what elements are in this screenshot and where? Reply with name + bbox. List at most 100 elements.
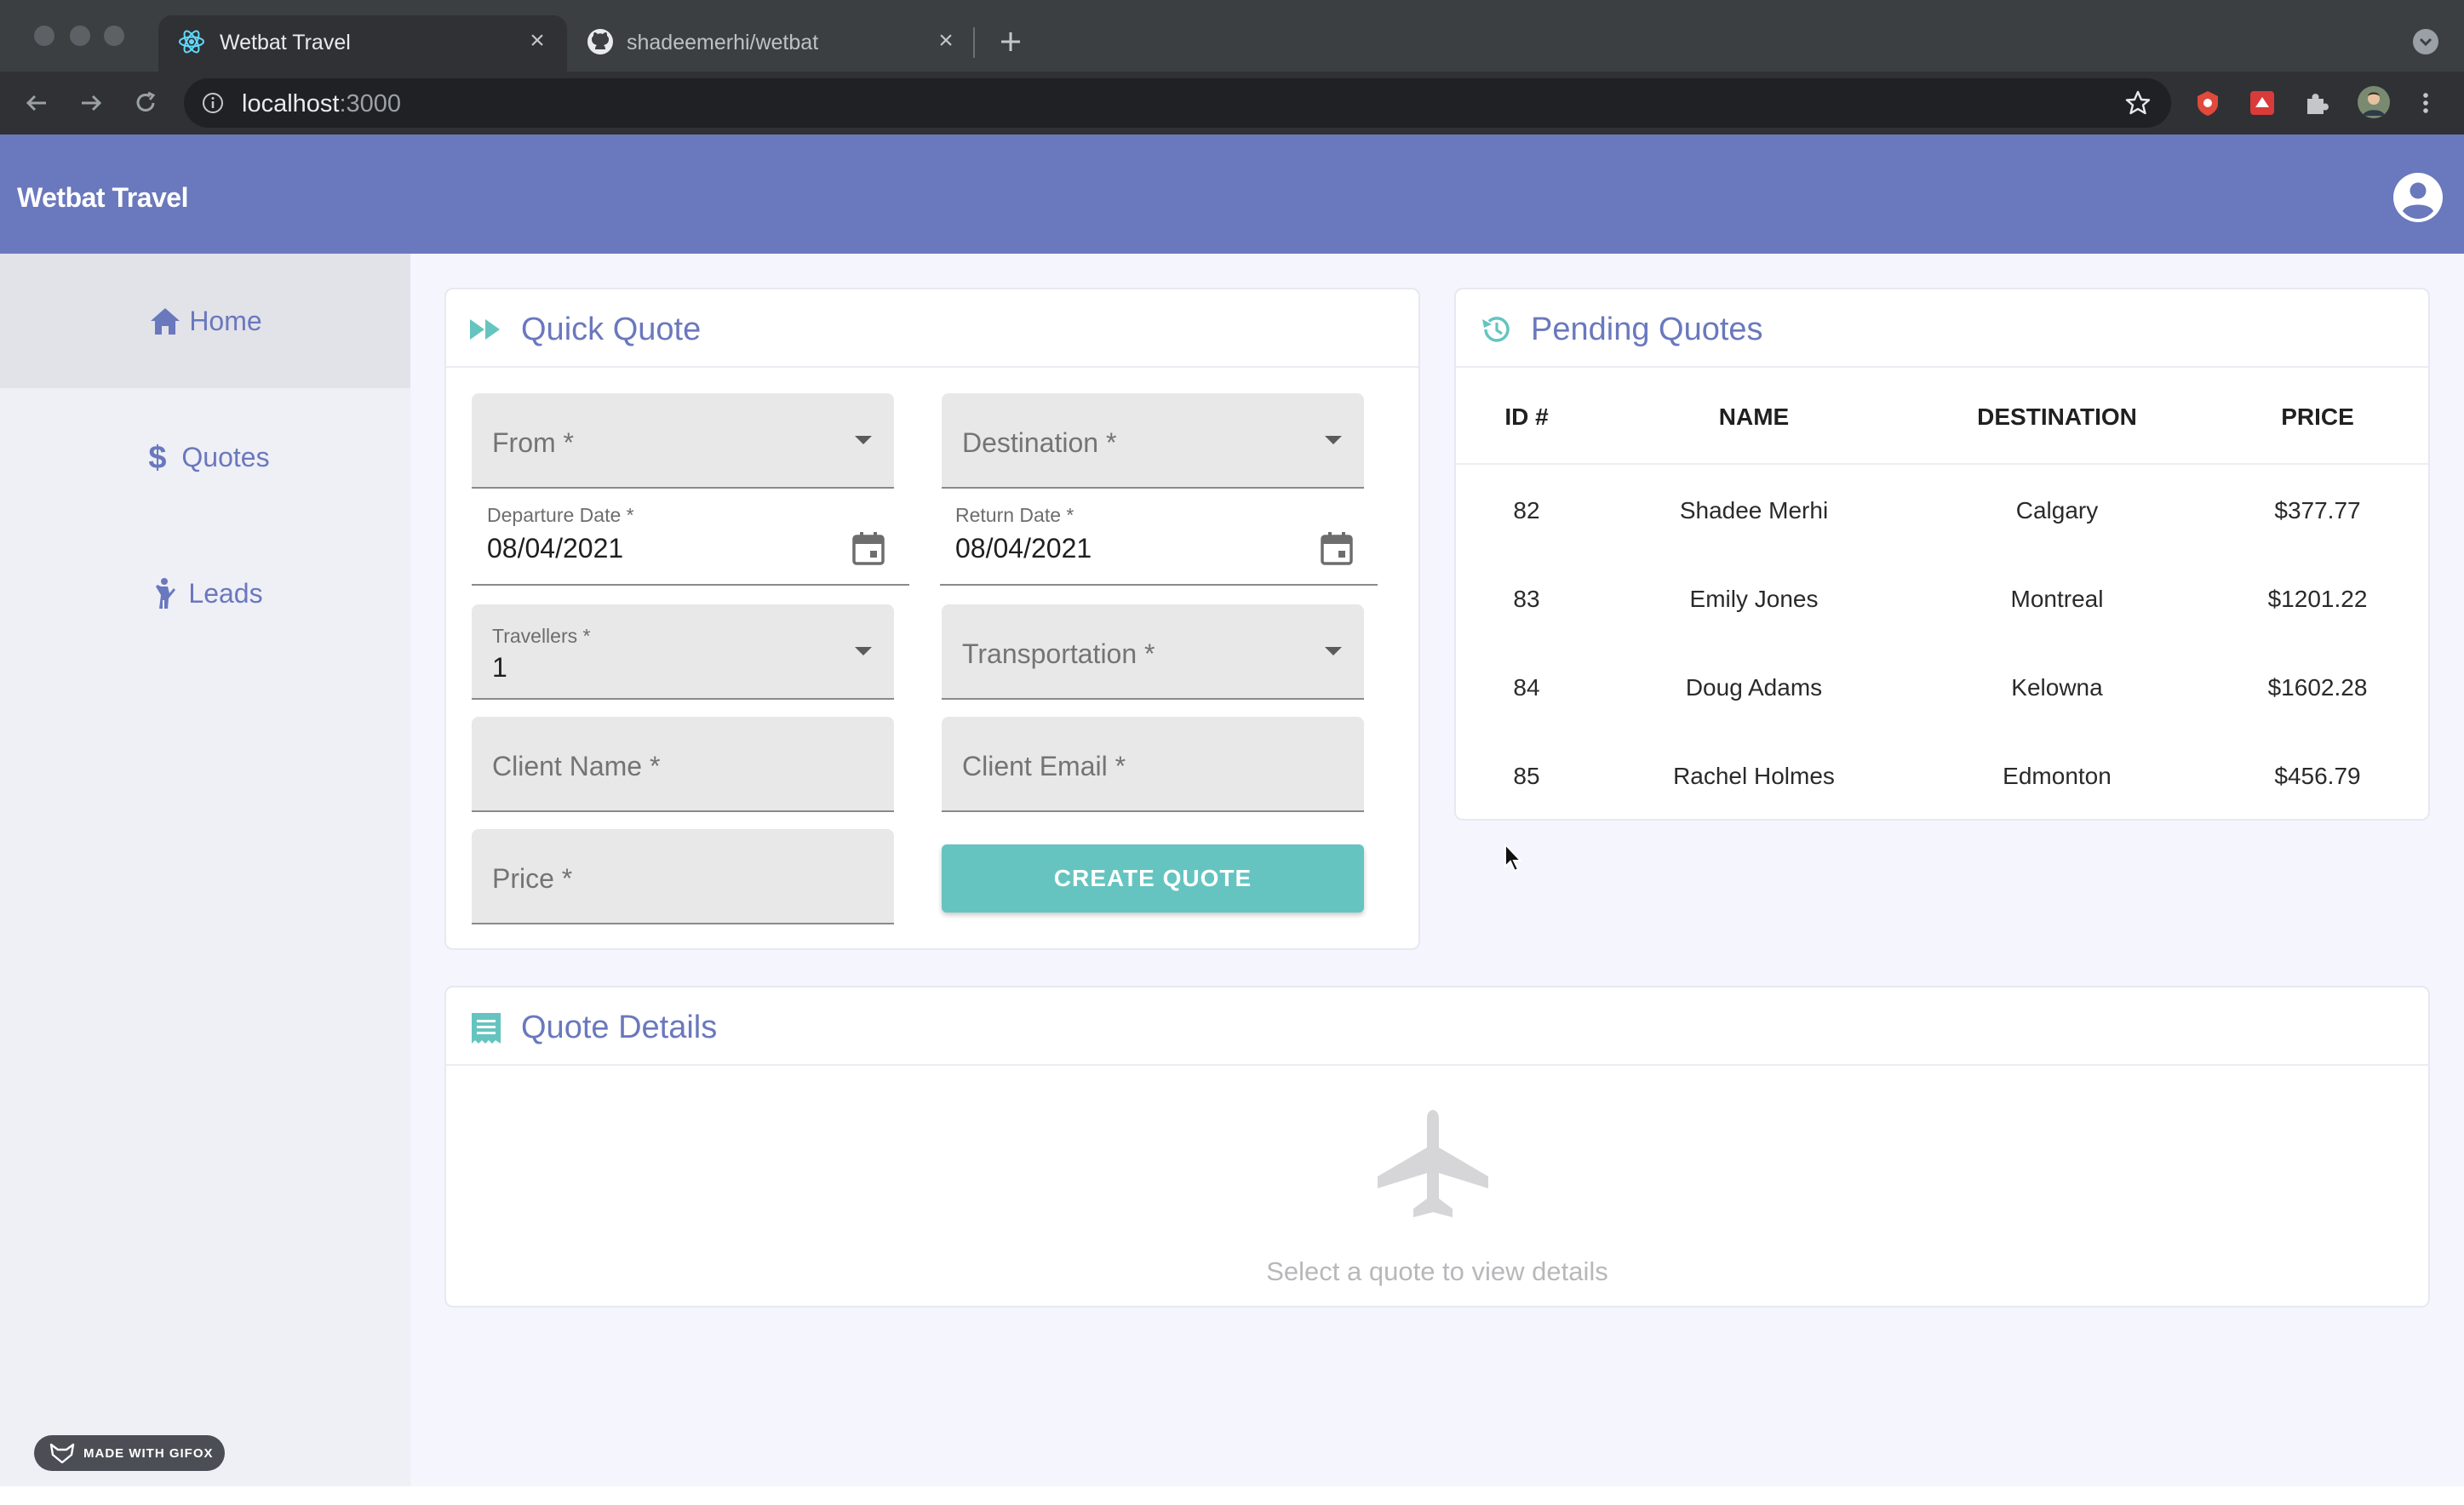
field-label: Departure Date * <box>487 504 634 526</box>
new-tab-icon[interactable] <box>994 26 1027 58</box>
close-window-button[interactable] <box>34 26 54 46</box>
field-value: 08/04/2021 <box>955 533 1092 564</box>
cell-destination: Edmonton <box>2003 763 2112 789</box>
cell-name: Emily Jones <box>1689 586 1819 612</box>
svg-text:$: $ <box>149 440 167 474</box>
card-title: Quote Details <box>521 1010 718 1045</box>
tab-title: shadeemerhi/wetbat <box>627 31 819 54</box>
reload-icon[interactable] <box>129 87 162 119</box>
tab-title: Wetbat Travel <box>220 31 351 54</box>
sidebar-item-quotes[interactable]: $ Quotes <box>0 390 410 524</box>
field-label: Travellers * <box>492 625 591 647</box>
cell-id: 84 <box>1513 674 1540 701</box>
departure-date-field[interactable]: Departure Date * 08/04/2021 <box>472 490 909 586</box>
price-field[interactable]: Price * <box>472 829 894 924</box>
field-label: Client Name * <box>492 751 661 781</box>
sidebar-item-home[interactable]: Home <box>0 254 410 388</box>
sidebar-item-label: Quotes <box>181 441 270 472</box>
more-vert-icon[interactable] <box>2411 89 2440 117</box>
sidebar-item-label: Home <box>189 305 262 336</box>
field-label: Transportation * <box>962 638 1155 669</box>
gifox-label: MADE WITH GIFOX <box>83 1445 214 1461</box>
cell-destination: Montreal <box>2010 586 2104 612</box>
dropdown-arrow-icon <box>1325 436 1342 444</box>
empty-state-message: Select a quote to view details <box>1266 1256 1608 1286</box>
cell-name: Shadee Merhi <box>1679 497 1829 524</box>
from-select[interactable]: From * <box>472 393 894 489</box>
fox-icon <box>49 1443 75 1463</box>
account-circle-icon[interactable] <box>2392 172 2444 223</box>
close-icon[interactable]: × <box>524 28 550 54</box>
client-name-field[interactable]: Client Name * <box>472 717 894 812</box>
cell-id: 85 <box>1513 763 1540 789</box>
red-extension-icon[interactable] <box>2248 89 2277 117</box>
sidebar-item-label: Leads <box>188 577 263 609</box>
address-bar[interactable]: localhost:3000 <box>184 78 2171 128</box>
forward-arrow-icon[interactable] <box>75 87 107 119</box>
client-email-field[interactable]: Client Email * <box>942 717 1364 812</box>
cell-destination: Kelowna <box>2011 674 2103 701</box>
cell-id: 82 <box>1513 497 1540 524</box>
cell-name: Doug Adams <box>1685 674 1823 701</box>
close-icon[interactable]: × <box>933 28 959 54</box>
column-header: ID # <box>1504 403 1549 430</box>
mouse-cursor-icon <box>1504 843 1523 873</box>
field-label: Return Date * <box>955 504 1074 526</box>
column-header: PRICE <box>2281 403 2354 430</box>
calendar-icon[interactable] <box>1318 529 1355 567</box>
sidebar: Home $ Quotes Leads <box>0 254 410 1486</box>
profile-avatar[interactable] <box>2357 85 2391 119</box>
shield-extension-icon[interactable] <box>2193 89 2222 117</box>
browser-toolbar: localhost:3000 <box>0 72 2464 134</box>
card-header: Quick Quote <box>446 289 1418 368</box>
minimize-window-button[interactable] <box>70 26 90 46</box>
gifox-badge: MADE WITH GIFOX <box>34 1435 225 1471</box>
sidebar-item-leads[interactable]: Leads <box>0 526 410 661</box>
return-date-field[interactable]: Return Date * 08/04/2021 <box>940 490 1378 586</box>
transportation-select[interactable]: Transportation * <box>942 604 1364 700</box>
browser-tabstrip: Wetbat Travel × shadeemerhi/wetbat × <box>0 0 2464 72</box>
card-header: Quote Details <box>446 987 2428 1066</box>
person-icon <box>156 578 176 609</box>
receipt-icon <box>472 1013 501 1044</box>
cell-id: 83 <box>1513 586 1540 612</box>
cell-price: $1201.22 <box>2267 586 2368 612</box>
fast-forward-icon <box>470 319 500 340</box>
calendar-icon[interactable] <box>850 529 887 567</box>
field-value: 1 <box>492 652 507 683</box>
dropdown-arrow-icon <box>855 647 872 655</box>
app-title: Wetbat Travel <box>17 182 188 213</box>
header-divider <box>1456 463 2428 465</box>
create-quote-button[interactable]: CREATE QUOTE <box>942 844 1364 913</box>
pending-quotes-card: Pending Quotes ID # NAME DESTINATION PRI… <box>1454 288 2430 821</box>
browser-tab-github[interactable]: shadeemerhi/wetbat × <box>567 15 976 72</box>
github-icon <box>587 29 613 54</box>
airplane-icon <box>1378 1110 1488 1217</box>
field-value: 08/04/2021 <box>487 533 624 564</box>
field-label: Price * <box>492 863 573 894</box>
cell-price: $456.79 <box>2274 763 2361 789</box>
field-label: Destination * <box>962 427 1117 458</box>
cell-destination: Calgary <box>2015 497 2099 524</box>
tab-separator <box>973 27 975 58</box>
field-label: Client Email * <box>962 751 1126 781</box>
maximize-window-button[interactable] <box>104 26 124 46</box>
react-icon <box>179 30 204 54</box>
cell-price: $1602.28 <box>2267 674 2368 701</box>
info-icon[interactable] <box>201 91 225 115</box>
card-title: Quick Quote <box>521 312 702 347</box>
column-header: DESTINATION <box>1977 403 2137 430</box>
travellers-select[interactable]: Travellers * 1 <box>472 604 894 700</box>
puzzle-icon[interactable] <box>2302 89 2331 117</box>
bookmark-star-icon[interactable] <box>2123 89 2152 117</box>
tab-search-icon[interactable] <box>2413 29 2438 54</box>
cell-name: Rachel Holmes <box>1673 763 1835 789</box>
back-arrow-icon[interactable] <box>20 87 53 119</box>
card-title: Pending Quotes <box>1531 312 1763 347</box>
browser-tab-wetbat[interactable]: Wetbat Travel × <box>158 15 567 72</box>
url-text: localhost:3000 <box>242 90 402 117</box>
cell-price: $377.77 <box>2274 497 2361 524</box>
destination-select[interactable]: Destination * <box>942 393 1364 489</box>
card-header: Pending Quotes <box>1456 289 2428 368</box>
column-header: NAME <box>1718 403 1790 430</box>
